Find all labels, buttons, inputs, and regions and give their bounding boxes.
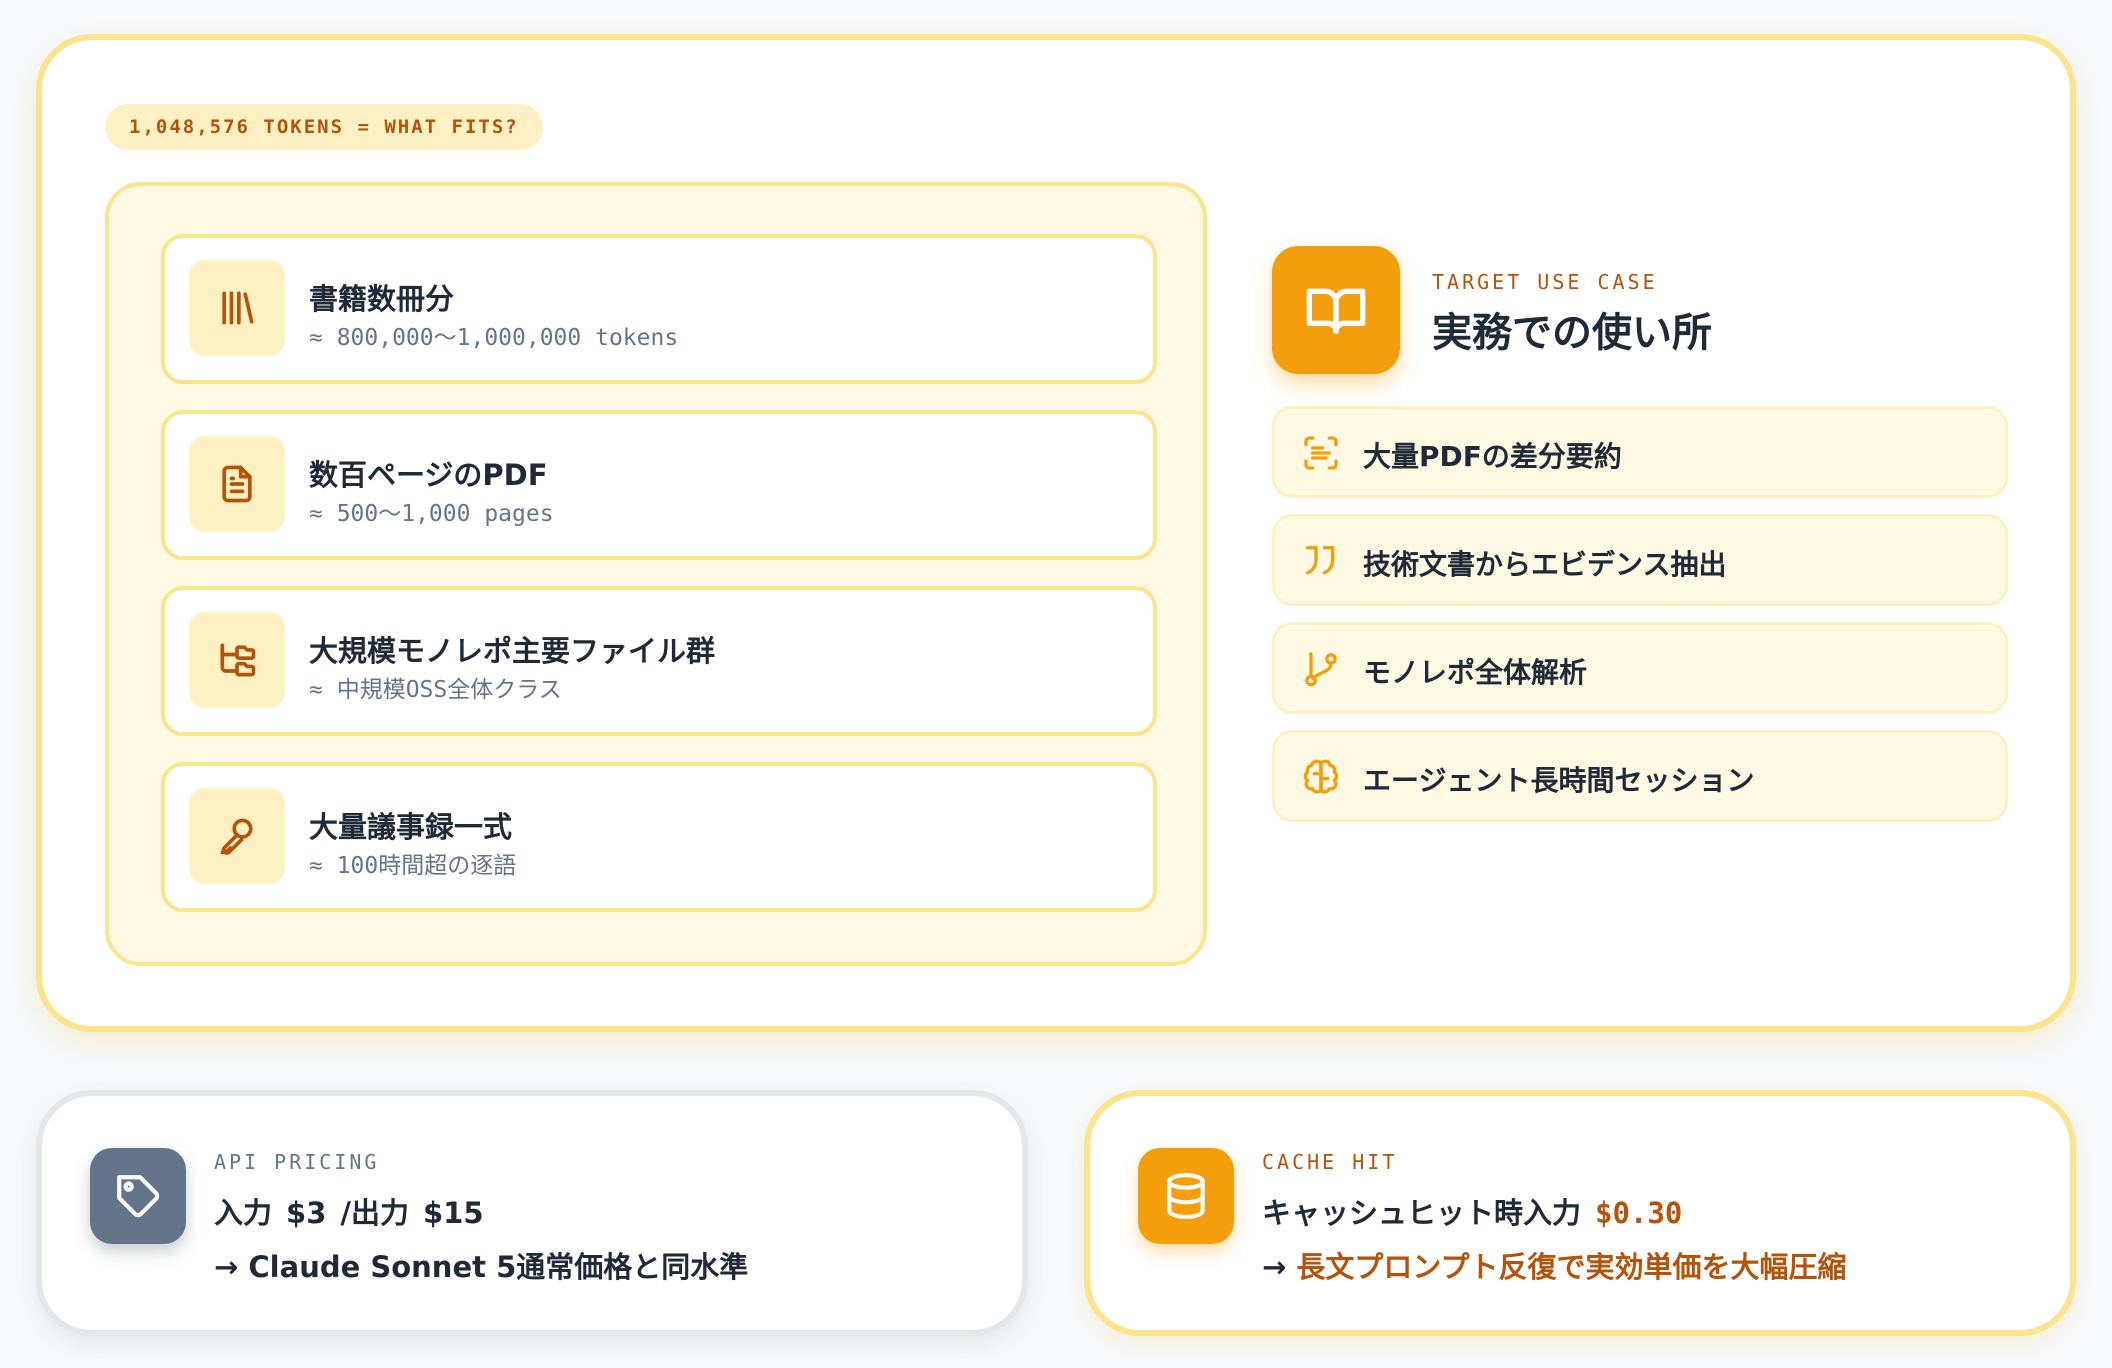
fit-sub: ≈ 中規模OSS全体クラス xyxy=(309,677,562,703)
cache-hit-label: CACHE HIT xyxy=(1262,1150,1398,1174)
microphone-icon xyxy=(189,788,285,884)
tokens-pill-label: 1,048,576 TOKENS = WHAT FITS? xyxy=(129,116,519,138)
cache-hit-card: CACHE HIT キャッシュヒット時入力 $0.30 → 長文プロンプト反復で実… xyxy=(1084,1090,2076,1336)
price-tag-icon xyxy=(90,1148,186,1244)
fits-panel: 書籍数冊分 ≈ 800,000〜1,000,000 tokens 数百ページのP… xyxy=(105,182,1207,966)
input-label: 入力 xyxy=(214,1196,273,1230)
use-item-label: モノレポ全体解析 xyxy=(1363,656,1588,689)
folder-tree-icon xyxy=(189,612,285,708)
use-item-pdf-diff: 大量PDFの差分要約 xyxy=(1272,406,2008,498)
price-separator: / xyxy=(340,1196,351,1230)
cache-hit-line-label: キャッシュヒット時入力 xyxy=(1262,1196,1582,1230)
brain-icon xyxy=(1299,755,1343,799)
api-pricing-note: → Claude Sonnet 5通常価格と同水準 xyxy=(214,1250,749,1284)
api-pricing-card: API PRICING 入力 $3 /出力 $15 → Claude Sonnet 5… xyxy=(36,1090,1028,1336)
cache-hit-note: 長文プロンプト反復で実効単価を大幅圧縮 xyxy=(1296,1250,1847,1284)
api-pricing-line: 入力 $3 /出力 $15 xyxy=(214,1190,484,1232)
fit-title: 大規模モノレポ主要ファイル群 xyxy=(309,634,716,668)
api-pricing-label: API PRICING xyxy=(214,1150,380,1174)
fit-item-minutes: 大量議事録一式 ≈ 100時間超の逐語 xyxy=(161,762,1157,912)
use-item-monorepo: モノレポ全体解析 xyxy=(1272,622,2008,714)
use-item-agent: エージェント長時間セッション xyxy=(1272,730,2008,822)
tokens-pill: 1,048,576 TOKENS = WHAT FITS? xyxy=(105,104,543,150)
open-book-icon xyxy=(1272,246,1400,374)
use-item-evidence: 技術文書からエビデンス抽出 xyxy=(1272,514,2008,606)
database-icon xyxy=(1138,1148,1234,1244)
cache-hit-line: キャッシュヒット時入力 $0.30 xyxy=(1262,1190,1682,1232)
input-price: $3 xyxy=(286,1196,327,1230)
scan-text-icon xyxy=(1299,431,1343,475)
fit-item-monorepo: 大規模モノレポ主要ファイル群 ≈ 中規模OSS全体クラス xyxy=(161,586,1157,736)
fit-title: 数百ページのPDF xyxy=(309,458,548,492)
fit-sub: ≈ 500〜1,000 pages xyxy=(309,501,554,527)
output-label: 出力 xyxy=(350,1196,409,1230)
fit-title: 書籍数冊分 xyxy=(309,282,455,316)
cache-hit-price: $0.30 xyxy=(1595,1196,1683,1230)
use-case-title: 実務での使い所 xyxy=(1432,310,1712,356)
quote-icon xyxy=(1299,539,1343,583)
fit-title: 大量議事録一式 xyxy=(309,810,513,844)
use-item-label: 技術文書からエビデンス抽出 xyxy=(1363,548,1727,581)
cache-hit-arrow: → xyxy=(1262,1250,1287,1284)
use-case-label: TARGET USE CASE xyxy=(1432,270,1658,294)
library-icon xyxy=(189,260,285,356)
fit-item-pdf: 数百ページのPDF ≈ 500〜1,000 pages xyxy=(161,410,1157,560)
use-item-label: エージェント長時間セッション xyxy=(1363,764,1755,797)
fit-sub: ≈ 800,000〜1,000,000 tokens xyxy=(309,325,679,351)
fit-item-books: 書籍数冊分 ≈ 800,000〜1,000,000 tokens xyxy=(161,234,1157,384)
document-icon xyxy=(189,436,285,532)
output-price: $15 xyxy=(422,1196,484,1230)
fit-sub: ≈ 100時間超の逐語 xyxy=(309,853,517,879)
use-item-label: 大量PDFの差分要約 xyxy=(1363,440,1622,473)
git-branch-icon xyxy=(1299,647,1343,691)
cache-hit-note-line: → 長文プロンプト反復で実効単価を大幅圧縮 xyxy=(1262,1244,1847,1286)
